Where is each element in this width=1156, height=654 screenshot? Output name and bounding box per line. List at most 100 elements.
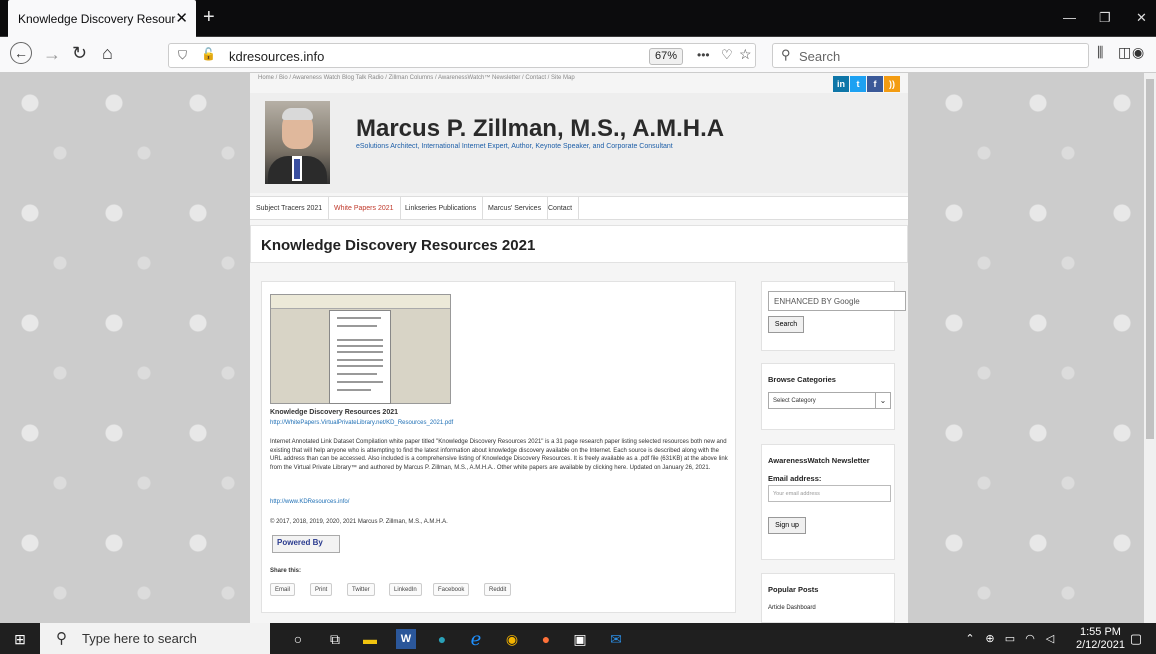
browser-tab[interactable]: Knowledge Discovery Resources 20 ✕ [8, 0, 196, 37]
system-clock[interactable]: 1:55 PM 2/12/2021 [1076, 626, 1125, 652]
menu-services[interactable]: Marcus' Services [482, 197, 549, 219]
mail-icon[interactable]: ✉ [606, 629, 626, 649]
clock-date: 2/12/2021 [1076, 639, 1125, 651]
navigation-toolbar: ← → ↻ ⌂ ⛉ 🔓 kdresources.info 67% ••• ♡ ☆… [0, 37, 1156, 73]
share-linkedin-button[interactable]: LinkedIn [389, 583, 422, 596]
cortana-icon[interactable]: ○ [288, 629, 308, 649]
volume-icon[interactable]: ◁ [1040, 629, 1060, 649]
page-actions-icon[interactable]: ••• [697, 48, 710, 62]
linkedin-icon[interactable]: in [833, 76, 849, 92]
newsletter-widget: AwarenessWatch Newsletter Email address:… [761, 444, 895, 560]
sidebar-icon[interactable]: ◫ [1118, 44, 1131, 61]
menu-subject-tracers[interactable]: Subject Tracers 2021 [250, 197, 330, 219]
bookmark-star-icon[interactable]: ☆ [739, 46, 752, 63]
close-tab-icon[interactable]: ✕ [175, 9, 188, 27]
home-icon[interactable]: ⌂ [102, 43, 113, 64]
share-print-button[interactable]: Print [310, 583, 333, 596]
notifications-icon[interactable]: ▢ [1126, 629, 1146, 649]
url-text[interactable]: kdresources.info [229, 49, 324, 64]
share-twitter-button[interactable]: Twitter [347, 583, 375, 596]
battery-icon[interactable]: ▭ [1000, 629, 1020, 649]
search-placeholder: Search [799, 49, 841, 64]
site-container: Home / Bio / Awareness Watch Blog Talk R… [250, 73, 908, 623]
internet-explorer-icon[interactable]: ℯ [466, 629, 486, 649]
site-tagline: eSolutions Architect, International Inte… [356, 143, 673, 150]
page-viewport: Home / Bio / Awareness Watch Blog Talk R… [0, 73, 1144, 623]
share-reddit-button[interactable]: Reddit [484, 583, 512, 596]
article-title: Knowledge Discovery Resources 2021 [270, 409, 399, 416]
author-photo [265, 101, 330, 184]
facebook-icon[interactable]: f [867, 76, 883, 92]
rss-icon[interactable]: )) [884, 76, 900, 92]
twitter-icon[interactable]: t [850, 76, 866, 92]
edge-icon[interactable]: ● [432, 629, 452, 649]
shield-icon[interactable]: ⛉ [178, 48, 187, 63]
restore-icon[interactable]: ❐ [1099, 10, 1111, 26]
search-icon: ⚲ [56, 630, 67, 647]
categories-heading: Browse Categories [768, 375, 836, 384]
windows-start-icon[interactable]: ⊞ [10, 629, 30, 649]
scrollbar-thumb[interactable] [1146, 79, 1154, 439]
insecure-lock-icon[interactable]: 🔓 [201, 47, 216, 61]
minimize-icon[interactable]: — [1063, 10, 1076, 25]
store-icon[interactable]: ▣ [570, 629, 590, 649]
taskbar-search-text: Type here to search [82, 631, 197, 646]
pocket-icon[interactable]: ♡ [721, 47, 733, 63]
document-thumbnail[interactable] [270, 294, 451, 404]
share-label: Share this: [270, 568, 302, 574]
social-icons: in t f)) [832, 74, 900, 92]
tab-title: Knowledge Discovery Resources 20 [18, 12, 176, 26]
task-view-icon[interactable]: ⧉ [325, 629, 345, 649]
popular-posts-widget: Popular Posts Article Dashboard [761, 573, 895, 623]
popular-heading: Popular Posts [768, 585, 819, 594]
library-icon[interactable]: ⫼ [1097, 44, 1103, 61]
category-select[interactable]: Select Category ⌄ [768, 392, 891, 409]
top-links[interactable]: Home / Bio / Awareness Watch Blog Talk R… [258, 75, 575, 81]
firefox-icon[interactable]: ● [536, 629, 556, 649]
search-widget: ENHANCED BY Google Search [761, 281, 906, 351]
tray-icon[interactable]: ⊕ [980, 629, 1000, 649]
site-header: Marcus P. Zillman, M.S., A.M.H.A eSoluti… [250, 93, 908, 193]
search-icon: ⚲ [781, 47, 791, 62]
chevron-down-icon[interactable]: ⌄ [875, 393, 890, 408]
categories-widget: Browse Categories Select Category ⌄ [761, 363, 895, 430]
share-facebook-button[interactable]: Facebook [433, 583, 470, 596]
file-explorer-icon[interactable]: ▬ [360, 629, 380, 649]
close-window-icon[interactable]: ✕ [1136, 10, 1147, 26]
site-link[interactable]: http://www.KDResources.info/ [270, 498, 349, 507]
share-email-button[interactable]: Email [270, 583, 296, 596]
pdf-link[interactable]: http://WhitePapers.VirtualPrivateLibrary… [270, 419, 453, 428]
word-icon[interactable]: W [396, 629, 416, 649]
taskbar-search[interactable]: ⚲ Type here to search [40, 623, 270, 654]
browser-search-box[interactable]: ⚲ Search [772, 43, 1089, 68]
account-icon[interactable]: ◉ [1132, 44, 1144, 61]
tray-chevron-icon[interactable]: ⌃ [960, 629, 980, 649]
reload-icon[interactable]: ↻ [72, 43, 87, 64]
menu-linkseries[interactable]: Linkseries Publications [399, 197, 484, 219]
wifi-icon[interactable]: ◠ [1020, 629, 1040, 649]
copyright-text: © 2017, 2018, 2019, 2020, 2021 Marcus P.… [270, 519, 448, 525]
zoom-level[interactable]: 67% [649, 48, 683, 65]
back-icon[interactable]: ← [10, 42, 32, 64]
email-label: Email address: [768, 474, 822, 483]
windows-taskbar: ⊞ ⚲ Type here to search ○ ⧉ ▬ W ● ℯ ◉ ● … [0, 623, 1156, 654]
chrome-icon[interactable]: ◉ [502, 629, 522, 649]
tab-strip: Knowledge Discovery Resources 20 ✕ + — ❐… [0, 0, 1156, 37]
google-search-input[interactable]: ENHANCED BY Google [768, 291, 906, 311]
article-body: Internet Annotated Link Dataset Compilat… [270, 439, 728, 471]
forward-icon[interactable]: → [43, 44, 61, 65]
page-title-box: Knowledge Discovery Resources 2021 [250, 225, 908, 263]
signup-button[interactable]: Sign up [768, 517, 806, 534]
category-select-value: Select Category [773, 398, 816, 404]
address-bar[interactable]: ⛉ 🔓 kdresources.info 67% ••• ♡ ☆ [168, 43, 756, 68]
newsletter-heading: AwarenessWatch Newsletter [768, 456, 870, 465]
page-scrollbar[interactable] [1144, 73, 1156, 623]
search-button[interactable]: Search [768, 316, 804, 333]
menu-contact[interactable]: Contact [542, 197, 580, 219]
menu-white-papers[interactable]: White Papers 2021 [328, 197, 401, 219]
new-tab-icon[interactable]: + [203, 6, 215, 29]
email-field[interactable]: Your email address [768, 485, 891, 502]
site-name[interactable]: Marcus P. Zillman, M.S., A.M.H.A [356, 115, 724, 143]
powered-by-badge[interactable]: Powered By [272, 535, 340, 553]
popular-post-item[interactable]: Article Dashboard [768, 605, 816, 611]
